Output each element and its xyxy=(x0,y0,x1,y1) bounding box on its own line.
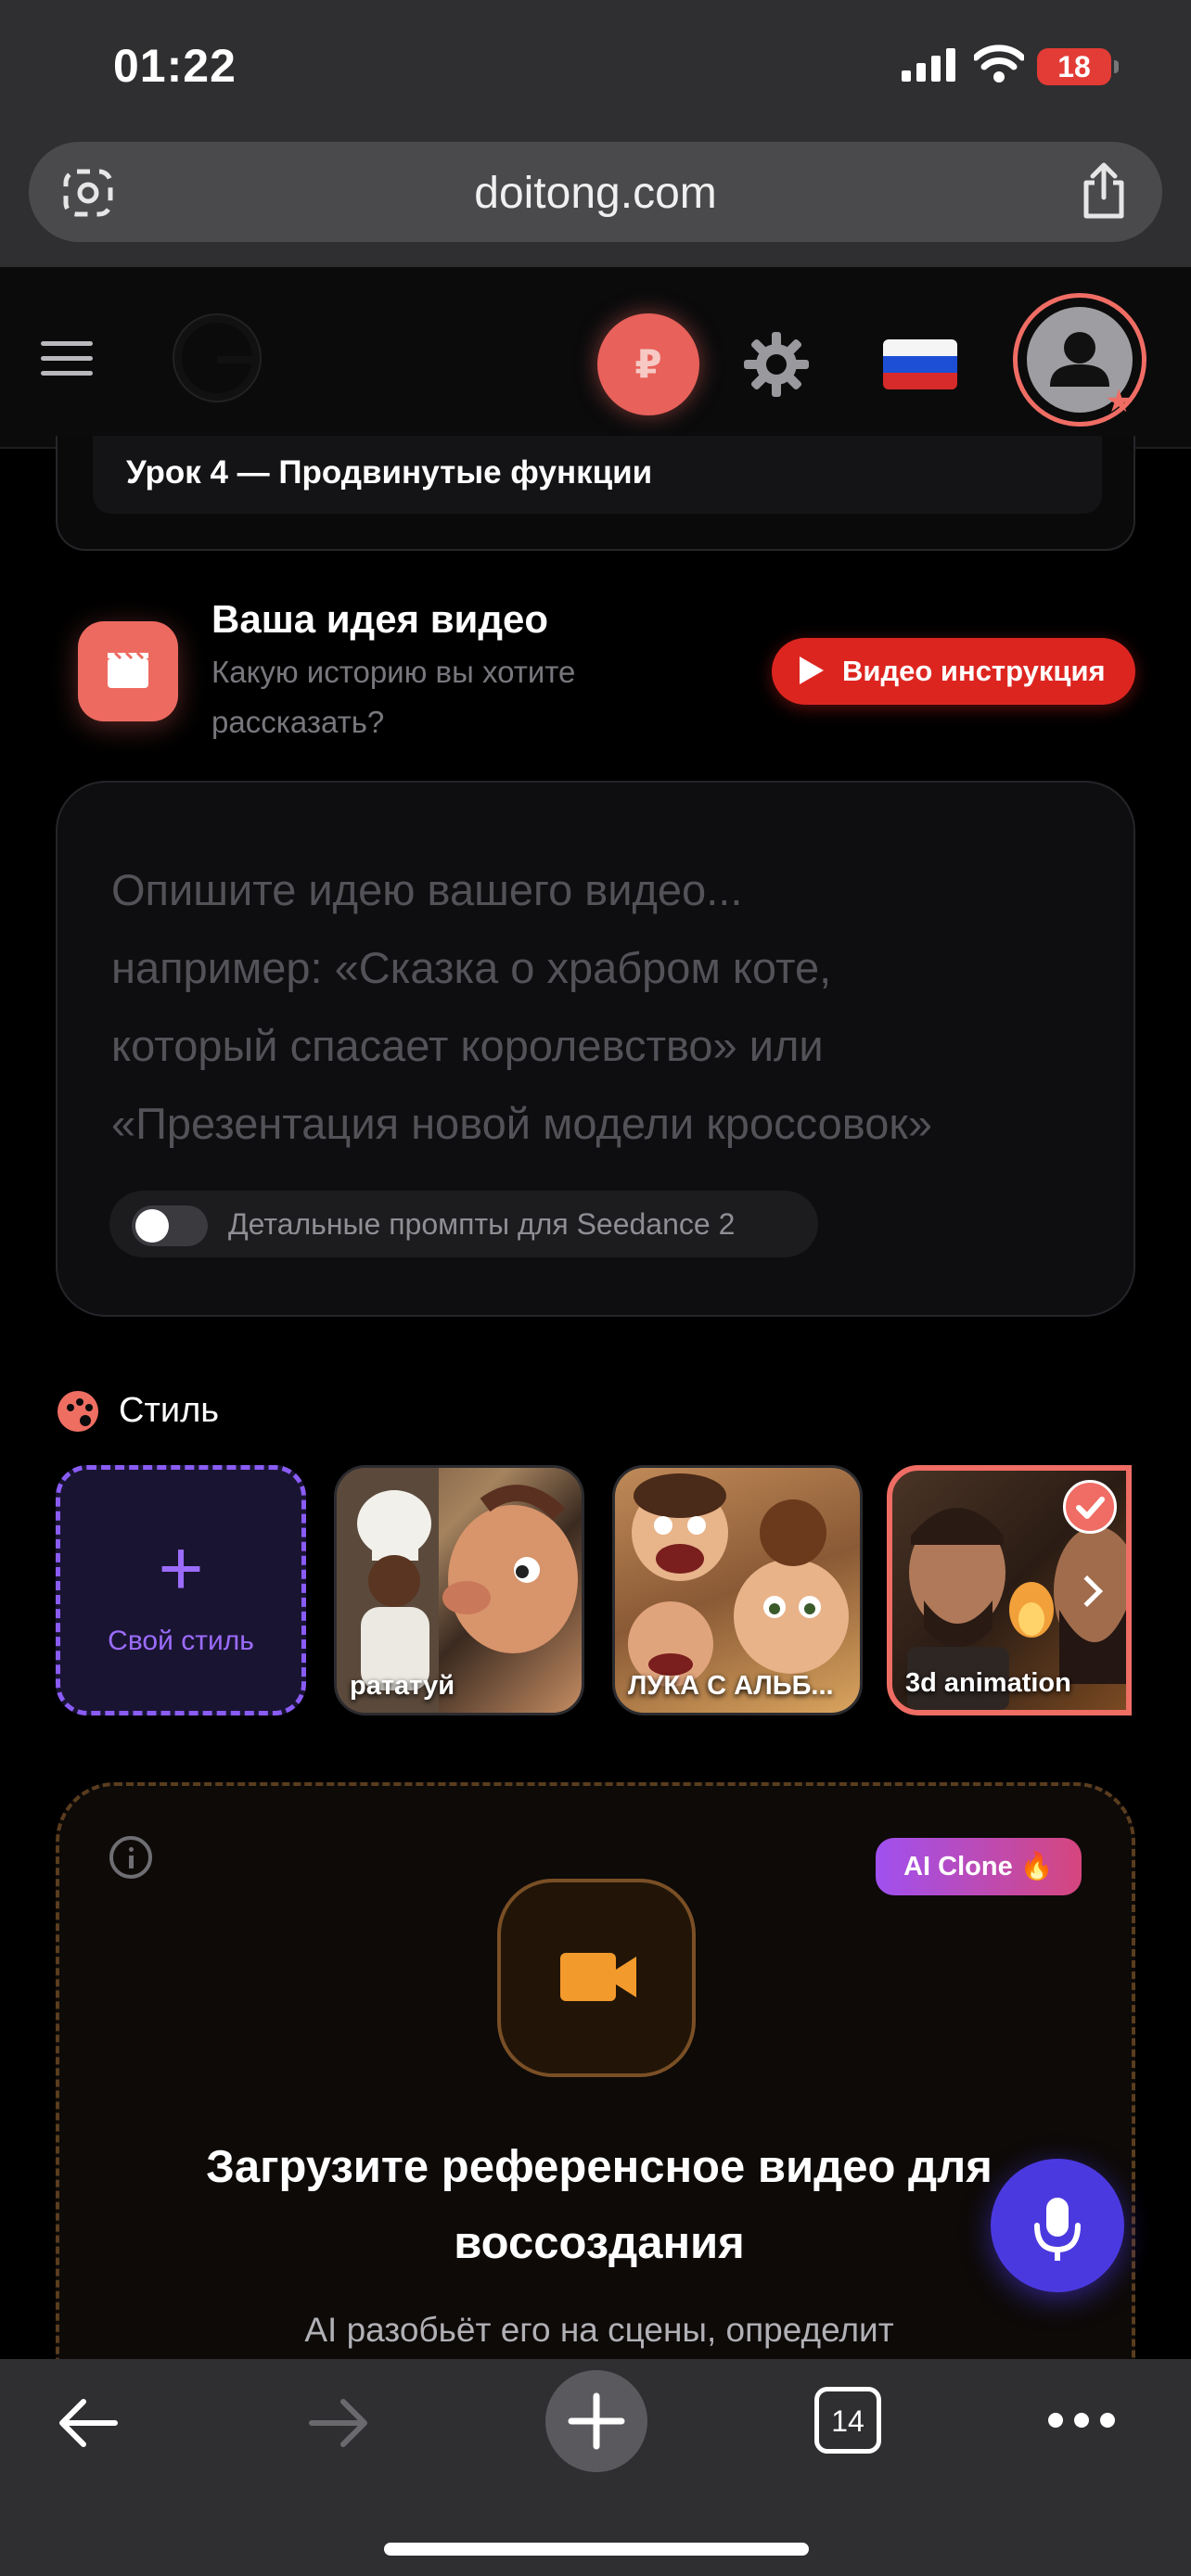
share-icon[interactable] xyxy=(1079,162,1129,220)
seedance-toggle[interactable] xyxy=(132,1205,208,1246)
prompt-placeholder[interactable]: Опишите идею вашего видео... например: «… xyxy=(111,851,1113,1163)
profile-button[interactable]: ★ xyxy=(1013,293,1146,427)
wifi-icon xyxy=(974,45,1024,83)
battery-icon: 18 xyxy=(1037,48,1119,85)
microphone-icon xyxy=(1034,2198,1081,2261)
idea-prompt-textarea[interactable]: Опишите идею вашего видео... например: «… xyxy=(56,781,1135,1317)
idea-title: Ваша идея видео xyxy=(211,597,549,641)
reference-video-upload[interactable]: AI Clone 🔥 Загрузите референсное видео д… xyxy=(56,1782,1135,2431)
site-logo[interactable] xyxy=(174,315,260,401)
lesson-card[interactable] xyxy=(56,436,1135,551)
custom-style-button[interactable]: + Свой стиль xyxy=(56,1465,306,1715)
video-camera-icon[interactable] xyxy=(497,1879,696,2077)
tabs-button[interactable]: 14 xyxy=(814,2387,881,2454)
info-icon[interactable] xyxy=(109,1836,152,1879)
address-bar[interactable]: doitong.com xyxy=(29,142,1162,242)
currency-symbol: ₽ xyxy=(634,342,662,386)
ai-clone-label: AI Clone 🔥 xyxy=(903,1852,1054,1881)
url-text[interactable]: doitong.com xyxy=(29,168,1162,219)
seedance-toggle-row[interactable]: Детальные промпты для Seedance 2 xyxy=(109,1191,818,1257)
plus-icon xyxy=(568,2392,625,2450)
palette-icon xyxy=(58,1391,98,1432)
style-thumb-label: ЛУКА С АЛЬБ... xyxy=(628,1671,834,1701)
microphone-button[interactable] xyxy=(991,2159,1124,2292)
ai-clone-badge: AI Clone 🔥 xyxy=(876,1838,1082,1895)
theme-gear-icon[interactable] xyxy=(742,330,811,399)
home-indicator xyxy=(384,2543,809,2556)
style-thumb-label: рататуй xyxy=(350,1671,455,1701)
style-thumb-3d-animation[interactable]: 3d animation xyxy=(887,1465,1132,1715)
forward-arrow-icon[interactable] xyxy=(306,2391,371,2455)
upload-subtitle: AI разобьёт его на сцены, определит xyxy=(304,2311,894,2349)
currency-button[interactable]: ₽ xyxy=(597,313,699,415)
russian-flag-icon[interactable] xyxy=(883,339,957,389)
status-time: 01:22 xyxy=(113,40,237,92)
hamburger-menu-icon[interactable] xyxy=(41,341,93,378)
site-header: ₽ ★ xyxy=(0,267,1191,449)
clapperboard-icon xyxy=(78,621,178,721)
upload-title: Загрузите референсное видео для воссозда… xyxy=(206,2142,992,2268)
style-thumb-ratatouille[interactable]: рататуй xyxy=(334,1465,584,1715)
battery-level: 18 xyxy=(1057,50,1091,83)
custom-style-label: Свой стиль xyxy=(108,1626,254,1656)
selected-check-icon xyxy=(1063,1480,1117,1534)
video-guide-label: Видео инструкция xyxy=(842,655,1106,687)
tabs-count: 14 xyxy=(831,2404,864,2438)
cellular-signal-icon xyxy=(902,48,955,82)
new-tab-button[interactable] xyxy=(545,2370,647,2472)
browser-toolbar: doitong.com xyxy=(0,134,1191,267)
browser-bottom-bar: 14 xyxy=(0,2359,1191,2576)
style-title: Стиль xyxy=(119,1391,220,1430)
style-thumb-label: 3d animation xyxy=(905,1668,1071,1698)
plus-icon: + xyxy=(158,1524,204,1612)
status-bar: 01:22 18 xyxy=(0,0,1191,134)
premium-star-icon: ★ xyxy=(1105,384,1133,419)
idea-subtitle: Какую историю вы хотите рассказать? xyxy=(211,655,576,739)
style-thumb-luca[interactable]: ЛУКА С АЛЬБ... xyxy=(612,1465,863,1715)
seedance-toggle-label: Детальные промпты для Seedance 2 xyxy=(228,1207,736,1241)
video-guide-button[interactable]: Видео инструкция xyxy=(772,638,1135,705)
more-options-icon[interactable] xyxy=(1048,2413,1115,2428)
back-arrow-icon[interactable] xyxy=(56,2391,121,2455)
lesson-title[interactable]: Урок 4 — Продвинутые функции xyxy=(126,454,652,491)
play-icon xyxy=(800,657,824,684)
